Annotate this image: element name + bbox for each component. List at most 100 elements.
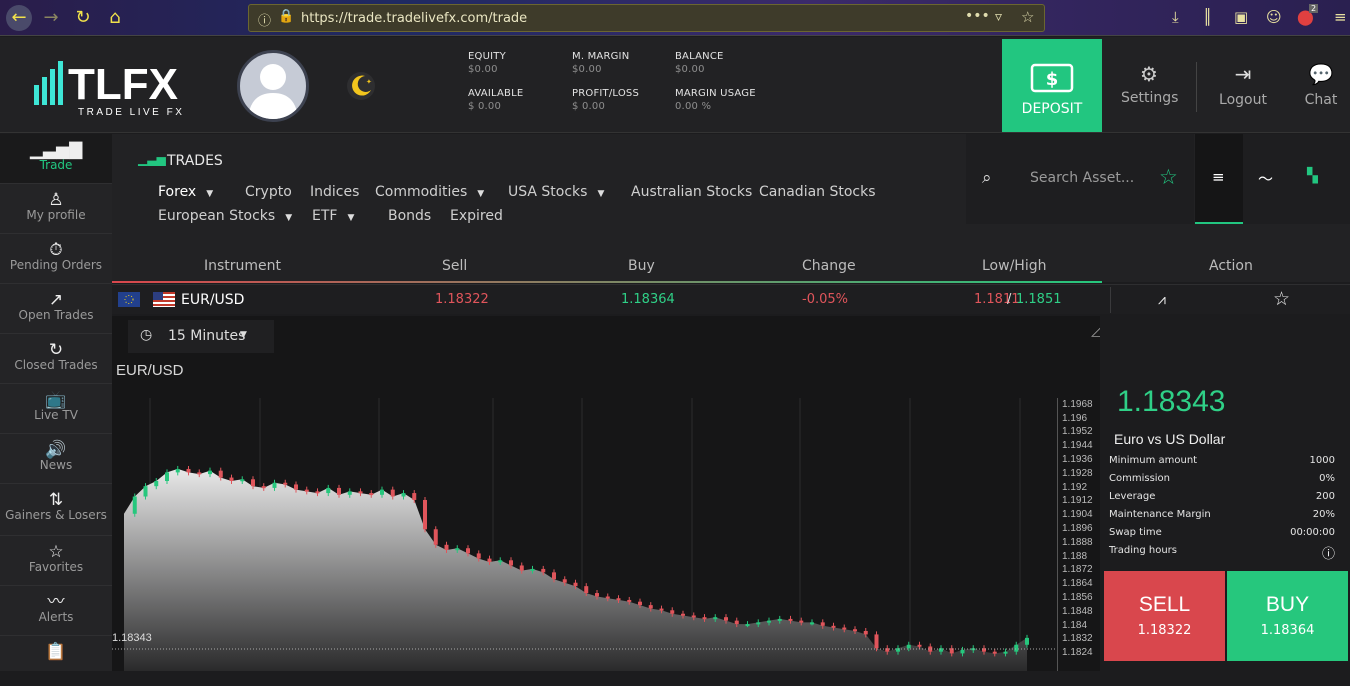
y-tick-label: 1.1936: [1062, 454, 1093, 466]
eu-flag-icon: [118, 292, 140, 307]
chart-view-button[interactable]: 〜: [1243, 134, 1291, 224]
sidebar-icon[interactable]: ▣: [1234, 8, 1248, 26]
info-key: Minimum amount: [1109, 455, 1198, 466]
bookmark-star-icon[interactable]: ☆: [1021, 8, 1034, 26]
sidebar-item-closed-trades[interactable]: ↻ Closed Trades: [0, 334, 112, 384]
sidebar-item-live-tv[interactable]: 📺 Live TV: [0, 384, 112, 434]
sidebar-label: News: [39, 458, 73, 472]
candle-body: [573, 582, 578, 587]
favorite-star-icon[interactable]: ☆: [1273, 288, 1290, 310]
category-forex[interactable]: Forex ▼: [158, 184, 213, 200]
chart-action-icon[interactable]: ⩘: [1158, 292, 1166, 308]
sidebar-item-trade[interactable]: ▁▃▅▇ Trade: [0, 134, 112, 184]
chevron-down-icon: ▼: [597, 189, 605, 199]
chevron-down-icon: ▼: [477, 189, 485, 199]
timeframe-select[interactable]: ◷ 15 Minutes ▼: [128, 320, 274, 353]
more-icon[interactable]: •••: [965, 8, 990, 24]
search-input[interactable]: Search Asset...: [1030, 170, 1134, 186]
candle-body: [315, 491, 320, 494]
address-bar[interactable]: ⓘ 🔒 https://trade.tradelivefx.com/trade …: [248, 4, 1045, 32]
buy-button[interactable]: BUY 1.18364: [1227, 571, 1348, 661]
candle-body: [412, 493, 417, 500]
info-value: 0%: [1319, 473, 1335, 484]
candle-body: [756, 622, 761, 625]
logo-tagline: TRADE LIVE FX: [78, 107, 184, 118]
search-box[interactable]: ⌕ Search Asset... ☆: [966, 134, 1194, 224]
user-icon: ♙: [48, 190, 64, 210]
candle-body: [466, 548, 470, 554]
info-value: 200: [1315, 491, 1335, 502]
candle-body: [132, 496, 137, 514]
timeframe-value: 15 Minutes: [168, 328, 246, 344]
category-bonds[interactable]: Bonds: [388, 208, 431, 224]
y-tick-label: 1.1872: [1062, 564, 1093, 576]
info-icon[interactable]: ⓘ: [258, 10, 271, 29]
menu-icon[interactable]: ≡: [1334, 8, 1347, 26]
y-tick-label: 1.1864: [1062, 578, 1093, 590]
download-icon[interactable]: ⤓: [1172, 8, 1179, 26]
candle-body: [175, 468, 180, 473]
grid-view-button[interactable]: ▚: [1291, 134, 1350, 224]
category-usa-stocks[interactable]: USA Stocks ▼: [508, 184, 604, 200]
favorites-star-icon[interactable]: ☆: [1159, 165, 1178, 189]
reload-icon[interactable]: ↻: [70, 5, 96, 31]
candle-body: [380, 489, 384, 495]
candle-body: [433, 529, 438, 545]
back-icon[interactable]: ←: [6, 5, 32, 31]
home-icon[interactable]: ⌂: [102, 5, 128, 31]
sidebar-item-gainers-losers[interactable]: ⇅ Gainers & Losers: [0, 484, 112, 536]
candle-body: [455, 548, 460, 551]
candle-body: [874, 634, 879, 649]
category-crypto[interactable]: Crypto: [245, 184, 292, 200]
stat-margin-usage: MARGIN USAGE 0.00 %: [675, 88, 756, 112]
sidebar-item-history[interactable]: 📋: [0, 636, 112, 686]
trade-icon: ▁▃▅▇: [29, 140, 83, 160]
avatar[interactable]: [237, 50, 309, 122]
sidebar-item-my-profile[interactable]: ♙ My profile: [0, 184, 112, 234]
category-australian-stocks[interactable]: Australian Stocks: [631, 184, 752, 200]
deposit-label: DEPOSIT: [1021, 101, 1083, 117]
stat-profit-loss: PROFIT/LOSS $ 0.00: [572, 88, 640, 112]
list-icon: ≡: [1212, 168, 1225, 186]
info-price: 1.18343: [1117, 385, 1226, 418]
category-european-stocks[interactable]: European Stocks ▼: [158, 208, 292, 224]
sidebar-item-news[interactable]: 🔊 News: [0, 434, 112, 484]
buy-button-price: 1.18364: [1260, 623, 1315, 638]
info-value: 00:00:00: [1290, 527, 1335, 538]
change-gradient-line: [112, 281, 1102, 283]
sidebar-label: Open Trades: [18, 308, 94, 322]
dark-mode-moon-icon[interactable]: ✦: [345, 70, 377, 102]
category-commodities[interactable]: Commodities ▼: [375, 184, 484, 200]
y-tick-label: 1.184: [1062, 619, 1088, 631]
extension-icon[interactable]: ☺: [1266, 8, 1282, 26]
y-tick-label: 1.188: [1062, 550, 1088, 562]
candle-body: [390, 489, 395, 497]
category-etf[interactable]: ETF ▼: [312, 208, 354, 224]
sell-label: SELL: [1138, 593, 1191, 616]
category-expired[interactable]: Expired: [450, 208, 503, 224]
chat-button[interactable]: 💬 Chat: [1300, 62, 1342, 108]
logo[interactable]: TLFX TRADE LIVE FX: [34, 59, 204, 119]
chevron-down-icon: ▼: [347, 213, 355, 223]
sidebar-item-open-trades[interactable]: ↗ Open Trades: [0, 284, 112, 334]
pocket-icon[interactable]: ▿: [995, 9, 1002, 25]
forward-icon[interactable]: →: [38, 5, 64, 31]
library-icon[interactable]: ║: [1203, 8, 1212, 26]
list-view-button[interactable]: ≡: [1195, 134, 1243, 224]
settings-button[interactable]: ⚙ Settings: [1121, 62, 1179, 106]
sidebar-item-pending-orders[interactable]: ⏱ Pending Orders: [0, 234, 112, 284]
logout-button[interactable]: ⇥ Logout: [1215, 62, 1271, 108]
category-indices[interactable]: Indices: [310, 184, 359, 200]
candle-body: [476, 553, 481, 559]
deposit-button[interactable]: $ DEPOSIT: [1002, 39, 1102, 132]
sell-button[interactable]: SELL 1.18322: [1104, 571, 1225, 661]
info-circle-icon[interactable]: ⓘ: [1322, 543, 1335, 562]
sidebar-item-alerts[interactable]: 〰 Alerts: [0, 586, 112, 636]
sidebar-item-favorites[interactable]: ☆ Favorites: [0, 536, 112, 586]
sidebar-label: Pending Orders: [9, 258, 103, 272]
settings-label: Settings: [1121, 90, 1179, 106]
candle-body: [251, 479, 255, 487]
table-row[interactable]: EUR/USD 1.18322 1.18364 -0.05% 1.1811 / …: [112, 284, 1350, 314]
category-canadian-stocks[interactable]: Canadian Stocks: [759, 184, 876, 200]
candle-body: [724, 617, 728, 621]
